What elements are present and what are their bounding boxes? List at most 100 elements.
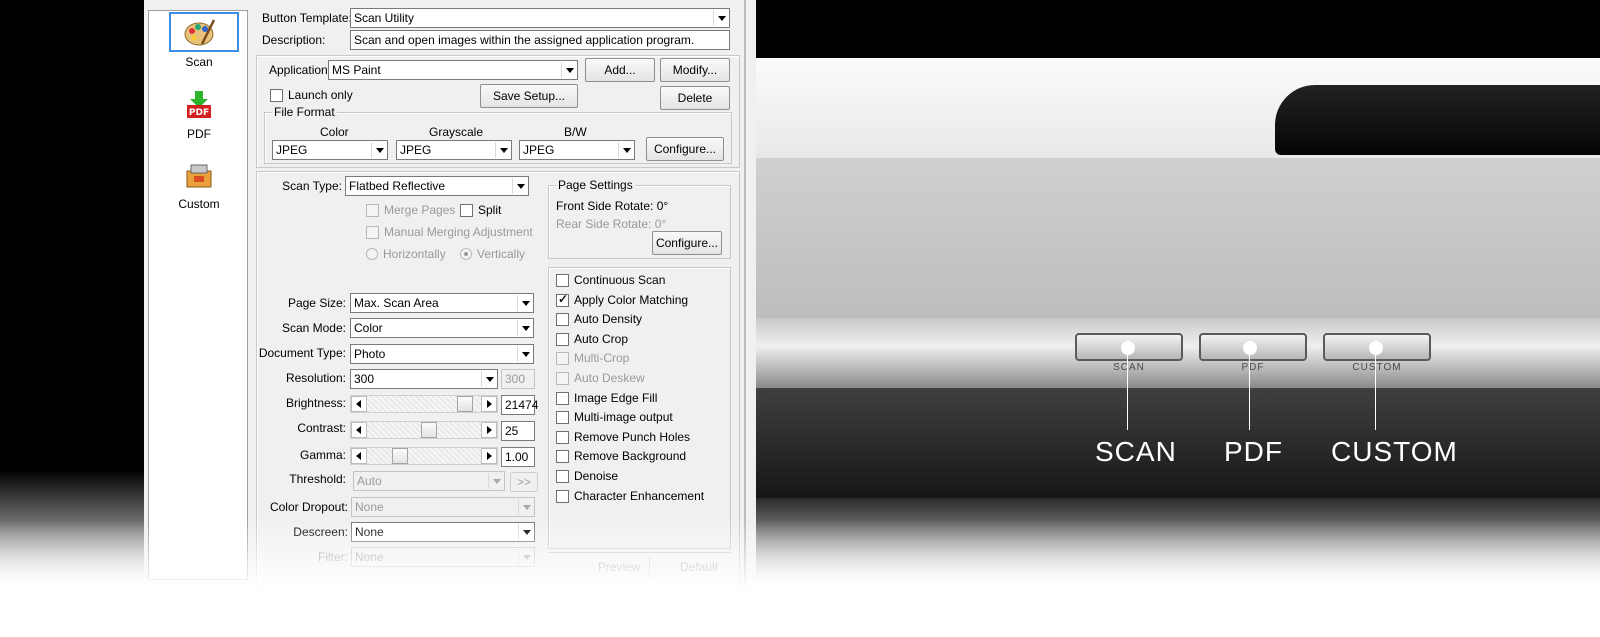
resolution-custom-field[interactable]: 300	[501, 369, 535, 389]
option-label: Auto Deskew	[574, 371, 645, 385]
filter-select[interactable]: None	[351, 547, 535, 567]
brightness-label: Brightness:	[285, 396, 346, 410]
chevron-down-icon	[713, 10, 728, 26]
document-type-select[interactable]: Photo	[350, 344, 534, 364]
descreen-label: Descreen:	[293, 525, 348, 539]
button-list-label-scan: Scan	[185, 55, 213, 69]
option-label: Multi-Crop	[574, 351, 630, 366]
gamma-value-field[interactable]: 1.00	[501, 447, 535, 467]
button-list: Scan PDF PDF Custom	[148, 10, 248, 580]
scan-leader-line	[1127, 352, 1128, 430]
brightness-thumb[interactable]	[457, 396, 474, 412]
pdf-download-icon: PDF	[182, 89, 216, 123]
checkbox-box	[556, 391, 569, 405]
brightness-value-field[interactable]: 21474	[501, 395, 538, 415]
option-label: Continuous Scan	[574, 273, 666, 287]
modify-application-button[interactable]: Modify...	[660, 58, 730, 82]
left-background	[0, 0, 146, 637]
page-size-label: Page Size:	[287, 296, 346, 310]
slider-right-icon[interactable]	[481, 396, 497, 412]
button-template-select[interactable]: Scan Utility	[350, 8, 730, 28]
chevron-down-icon	[518, 499, 533, 515]
scanner-paper-tray	[1275, 85, 1600, 155]
file-format-configure-button[interactable]: Configure...	[646, 137, 724, 161]
chevron-down-icon	[512, 178, 527, 194]
footer-separator	[649, 556, 650, 580]
button-template-label: Button Template:	[262, 11, 352, 25]
filter-label: Filter:	[318, 550, 348, 564]
slider-right-icon[interactable]	[481, 422, 497, 438]
option-label: Image Edge Fill	[574, 390, 658, 405]
checkbox-box	[366, 226, 379, 239]
checkbox-box	[556, 352, 569, 366]
default-button[interactable]: Default	[680, 560, 718, 574]
option-label: Character Enhancement	[574, 488, 705, 503]
page-settings-configure-button[interactable]: Configure...	[652, 231, 722, 255]
scan-mode-select[interactable]: Color	[350, 318, 534, 338]
footer-divider	[548, 552, 731, 553]
gamma-thumb[interactable]	[391, 448, 408, 464]
threshold-select[interactable]: Auto	[353, 471, 505, 491]
scan-type-label: Scan Type:	[282, 179, 342, 193]
checkbox-box	[460, 204, 473, 217]
checkbox-box	[556, 450, 569, 464]
contrast-thumb[interactable]	[420, 422, 437, 438]
descreen-select[interactable]: None	[351, 522, 535, 542]
scanner-base	[755, 388, 1600, 498]
slider-left-icon[interactable]	[351, 396, 367, 412]
contrast-value-field[interactable]: 25	[501, 421, 535, 441]
add-application-button[interactable]: Add...	[585, 58, 655, 82]
button-list-label-pdf: PDF	[187, 127, 211, 141]
color-format-label: Color	[320, 125, 349, 139]
delete-application-button[interactable]: Delete	[660, 86, 730, 110]
description-label: Description:	[262, 33, 326, 47]
color-dropout-select[interactable]: None	[351, 497, 535, 517]
scanner-scan-caption: SCAN	[1113, 362, 1145, 373]
contrast-label: Contrast:	[297, 421, 346, 435]
checkbox-box	[556, 430, 569, 444]
scan-type-select[interactable]: Flatbed Reflective	[345, 176, 529, 196]
brightness-slider[interactable]	[350, 395, 498, 413]
resolution-select[interactable]: 300	[350, 369, 498, 389]
contrast-slider[interactable]	[350, 421, 498, 439]
slider-left-icon[interactable]	[351, 422, 367, 438]
application-select[interactable]: MS Paint	[328, 60, 578, 80]
options-group	[548, 267, 731, 549]
bw-format-select[interactable]: JPEG	[519, 140, 635, 160]
grayscale-format-select[interactable]: JPEG	[396, 140, 512, 160]
page-size-select[interactable]: Max. Scan Area	[350, 293, 534, 313]
save-setup-button[interactable]: Save Setup...	[480, 84, 578, 108]
palette-icon	[182, 16, 216, 50]
button-list-item-custom[interactable]: Custom	[149, 159, 249, 211]
color-dropout-label: Color Dropout:	[269, 500, 348, 514]
chevron-down-icon	[517, 346, 532, 362]
chevron-down-icon	[488, 473, 503, 489]
custom-leader-dot	[1369, 341, 1383, 355]
slider-left-icon[interactable]	[351, 448, 367, 464]
custom-toolbox-icon	[182, 159, 216, 193]
scan-leader-dot	[1121, 341, 1135, 355]
scan-callout: SCAN	[1095, 436, 1177, 467]
application-label: Application:	[269, 63, 332, 77]
scanner-custom-caption: CUSTOM	[1352, 362, 1402, 373]
document-type-label: Document Type:	[258, 346, 346, 360]
description-field[interactable]: Scan and open images within the assigned…	[350, 30, 730, 50]
color-format-select[interactable]: JPEG	[272, 140, 388, 160]
preview-button[interactable]: Preview	[598, 560, 641, 574]
option-label: Apply Color Matching	[574, 292, 689, 307]
file-format-title: File Format	[272, 105, 337, 119]
option-label: Auto Density	[574, 312, 643, 327]
rear-side-rotate: Rear Side Rotate: 0°	[556, 217, 667, 231]
checkbox-box	[556, 372, 569, 385]
button-list-item-scan[interactable]: Scan	[149, 11, 249, 69]
gamma-slider[interactable]	[350, 447, 498, 465]
pdf-callout: PDF	[1224, 436, 1283, 467]
option-label: Remove Background	[574, 449, 687, 464]
pdf-leader-dot	[1243, 341, 1257, 355]
threshold-more-button[interactable]: >>	[510, 472, 538, 492]
chevron-down-icon	[518, 549, 533, 565]
checkbox-box	[556, 274, 569, 287]
slider-right-icon[interactable]	[481, 448, 497, 464]
button-list-item-pdf[interactable]: PDF PDF	[149, 89, 249, 141]
checkbox-box	[556, 411, 569, 425]
